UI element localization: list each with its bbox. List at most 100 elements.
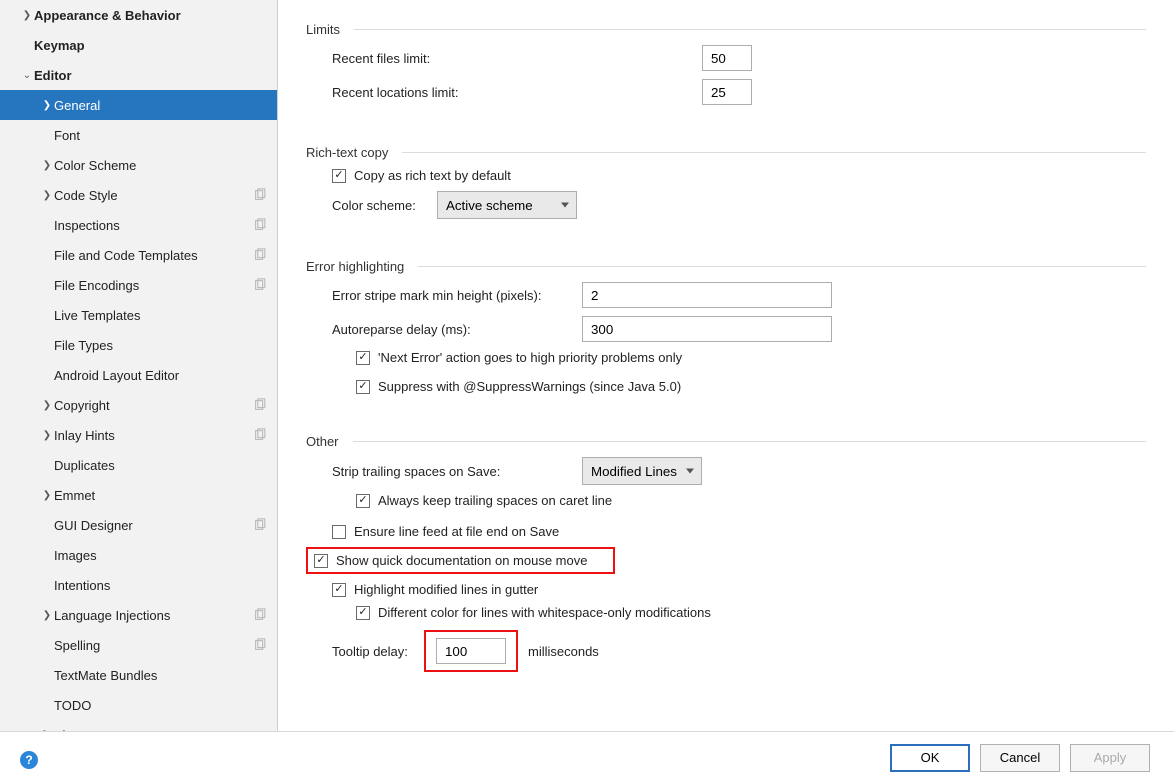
- copy-icon: [253, 428, 267, 442]
- sidebar-item-copyright[interactable]: ❯Copyright: [0, 390, 277, 420]
- strip-trailing-select[interactable]: Modified Lines: [582, 457, 702, 485]
- highlight-modified-label: Highlight modified lines in gutter: [354, 582, 538, 597]
- copy-rich-text-checkbox[interactable]: [332, 169, 346, 183]
- sidebar-item-images[interactable]: Images: [0, 540, 277, 570]
- sidebar-item-gui-designer[interactable]: GUI Designer: [0, 510, 277, 540]
- copy-icon: [253, 638, 267, 652]
- sidebar-item-label: Live Templates: [54, 308, 267, 323]
- scheme-copy-icon: [253, 638, 267, 652]
- chevron-right-icon: ❯: [40, 190, 54, 201]
- autoreparse-label: Autoreparse delay (ms):: [332, 322, 582, 337]
- scheme-copy-icon: [253, 218, 267, 232]
- sidebar-item-label: Inlay Hints: [54, 428, 253, 443]
- diff-color-whitespace-label: Different color for lines with whitespac…: [378, 605, 711, 620]
- scheme-copy-icon: [253, 188, 267, 202]
- sidebar-item-label: Intentions: [54, 578, 267, 593]
- suppress-warnings-checkbox[interactable]: [356, 380, 370, 394]
- sidebar-item-live-templates[interactable]: Live Templates: [0, 300, 277, 330]
- sidebar-item-inlay-hints[interactable]: ❯Inlay Hints: [0, 420, 277, 450]
- sidebar-item-intentions[interactable]: Intentions: [0, 570, 277, 600]
- suppress-warnings-label: Suppress with @SuppressWarnings (since J…: [378, 379, 681, 394]
- tooltip-delay-highlight: [424, 630, 518, 672]
- highlight-modified-checkbox[interactable]: [332, 583, 346, 597]
- always-keep-trailing-label: Always keep trailing spaces on caret lin…: [378, 493, 612, 508]
- help-icon[interactable]: ?: [20, 751, 38, 769]
- sidebar-item-label: TextMate Bundles: [54, 668, 267, 683]
- recent-locations-input[interactable]: [702, 79, 752, 105]
- copy-icon: [253, 518, 267, 532]
- sidebar-item-appearance-behavior[interactable]: ❯Appearance & Behavior: [0, 0, 277, 30]
- sidebar-item-color-scheme[interactable]: ❯Color Scheme: [0, 150, 277, 180]
- section-divider: [418, 266, 1146, 267]
- sidebar-item-font[interactable]: Font: [0, 120, 277, 150]
- sidebar-item-general[interactable]: ❯General: [0, 90, 277, 120]
- sidebar-item-label: Font: [54, 128, 267, 143]
- sidebar-item-duplicates[interactable]: Duplicates: [0, 450, 277, 480]
- section-divider: [353, 441, 1146, 442]
- sidebar-item-label: Code Style: [54, 188, 253, 203]
- sidebar-item-language-injections[interactable]: ❯Language Injections: [0, 600, 277, 630]
- scheme-copy-icon: [253, 518, 267, 532]
- sidebar-item-label: Spelling: [54, 638, 253, 653]
- chevron-down-icon: ⌄: [20, 70, 34, 81]
- chevron-right-icon: ❯: [40, 490, 54, 501]
- color-scheme-select[interactable]: Active scheme: [437, 191, 577, 219]
- section-richtext: Rich-text copy: [306, 145, 1146, 160]
- scheme-copy-icon: [253, 608, 267, 622]
- next-error-checkbox[interactable]: [356, 351, 370, 365]
- sidebar-item-keymap[interactable]: Keymap: [0, 30, 277, 60]
- chevron-right-icon: ❯: [40, 160, 54, 171]
- sidebar-item-file-encodings[interactable]: File Encodings: [0, 270, 277, 300]
- scheme-copy-icon: [253, 248, 267, 262]
- ok-button[interactable]: OK: [890, 744, 970, 772]
- scheme-copy-icon: [253, 278, 267, 292]
- sidebar-item-android-layout-editor[interactable]: Android Layout Editor: [0, 360, 277, 390]
- always-keep-trailing-checkbox[interactable]: [356, 494, 370, 508]
- section-title: Rich-text copy: [306, 145, 396, 160]
- sidebar-item-inspections[interactable]: Inspections: [0, 210, 277, 240]
- autoreparse-input[interactable]: [582, 316, 832, 342]
- quick-doc-checkbox[interactable]: [314, 554, 328, 568]
- sidebar-item-editor[interactable]: ⌄Editor: [0, 60, 277, 90]
- section-limits: Limits: [306, 22, 1146, 37]
- copy-icon: [253, 398, 267, 412]
- stripe-height-input[interactable]: [582, 282, 832, 308]
- ensure-linefeed-checkbox[interactable]: [332, 525, 346, 539]
- sidebar-item-file-and-code-templates[interactable]: File and Code Templates: [0, 240, 277, 270]
- chevron-right-icon: ❯: [40, 610, 54, 621]
- sidebar-item-file-types[interactable]: File Types: [0, 330, 277, 360]
- section-divider: [354, 29, 1146, 30]
- stripe-height-label: Error stripe mark min height (pixels):: [332, 288, 582, 303]
- sidebar-item-label: GUI Designer: [54, 518, 253, 533]
- sidebar-item-code-style[interactable]: ❯Code Style: [0, 180, 277, 210]
- sidebar-item-label: Android Layout Editor: [54, 368, 267, 383]
- cancel-button[interactable]: Cancel: [980, 744, 1060, 772]
- quick-doc-highlight: Show quick documentation on mouse move: [306, 547, 615, 574]
- recent-files-input[interactable]: [702, 45, 752, 71]
- apply-button[interactable]: Apply: [1070, 744, 1150, 772]
- copy-icon: [253, 248, 267, 262]
- ensure-linefeed-label: Ensure line feed at file end on Save: [354, 524, 559, 539]
- settings-sidebar: ❯Appearance & BehaviorKeymap⌄Editor❯Gene…: [0, 0, 278, 783]
- copy-rich-text-label: Copy as rich text by default: [354, 168, 511, 183]
- sidebar-item-emmet[interactable]: ❯Emmet: [0, 480, 277, 510]
- sidebar-item-spelling[interactable]: Spelling: [0, 630, 277, 660]
- sidebar-item-label: File and Code Templates: [54, 248, 253, 263]
- sidebar-item-label: Duplicates: [54, 458, 267, 473]
- section-title: Limits: [306, 22, 348, 37]
- copy-icon: [253, 218, 267, 232]
- sidebar-item-todo[interactable]: TODO: [0, 690, 277, 720]
- scheme-copy-icon: [253, 398, 267, 412]
- copy-icon: [253, 608, 267, 622]
- sidebar-item-label: Keymap: [34, 38, 267, 53]
- recent-files-label: Recent files limit:: [332, 51, 702, 66]
- quick-doc-label: Show quick documentation on mouse move: [336, 553, 607, 568]
- sidebar-item-label: Language Injections: [54, 608, 253, 623]
- sidebar-item-textmate-bundles[interactable]: TextMate Bundles: [0, 660, 277, 690]
- copy-icon: [253, 278, 267, 292]
- chevron-right-icon: ❯: [40, 430, 54, 441]
- color-scheme-label: Color scheme:: [332, 198, 437, 213]
- tooltip-delay-input[interactable]: [436, 638, 506, 664]
- diff-color-whitespace-checkbox[interactable]: [356, 606, 370, 620]
- sidebar-item-label: Appearance & Behavior: [34, 8, 267, 23]
